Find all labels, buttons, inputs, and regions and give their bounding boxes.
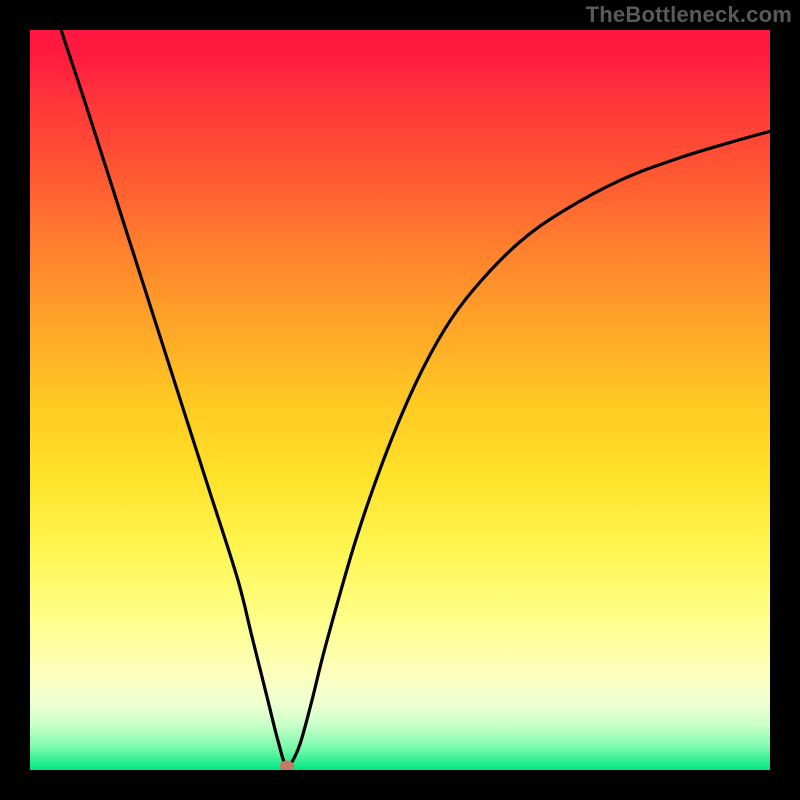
chart-frame: TheBottleneck.com (0, 0, 800, 800)
watermark-text: TheBottleneck.com (586, 2, 792, 28)
curve-path (61, 30, 770, 766)
optimal-point-marker (280, 760, 294, 770)
plot-area (30, 30, 770, 770)
bottleneck-curve (30, 30, 770, 770)
